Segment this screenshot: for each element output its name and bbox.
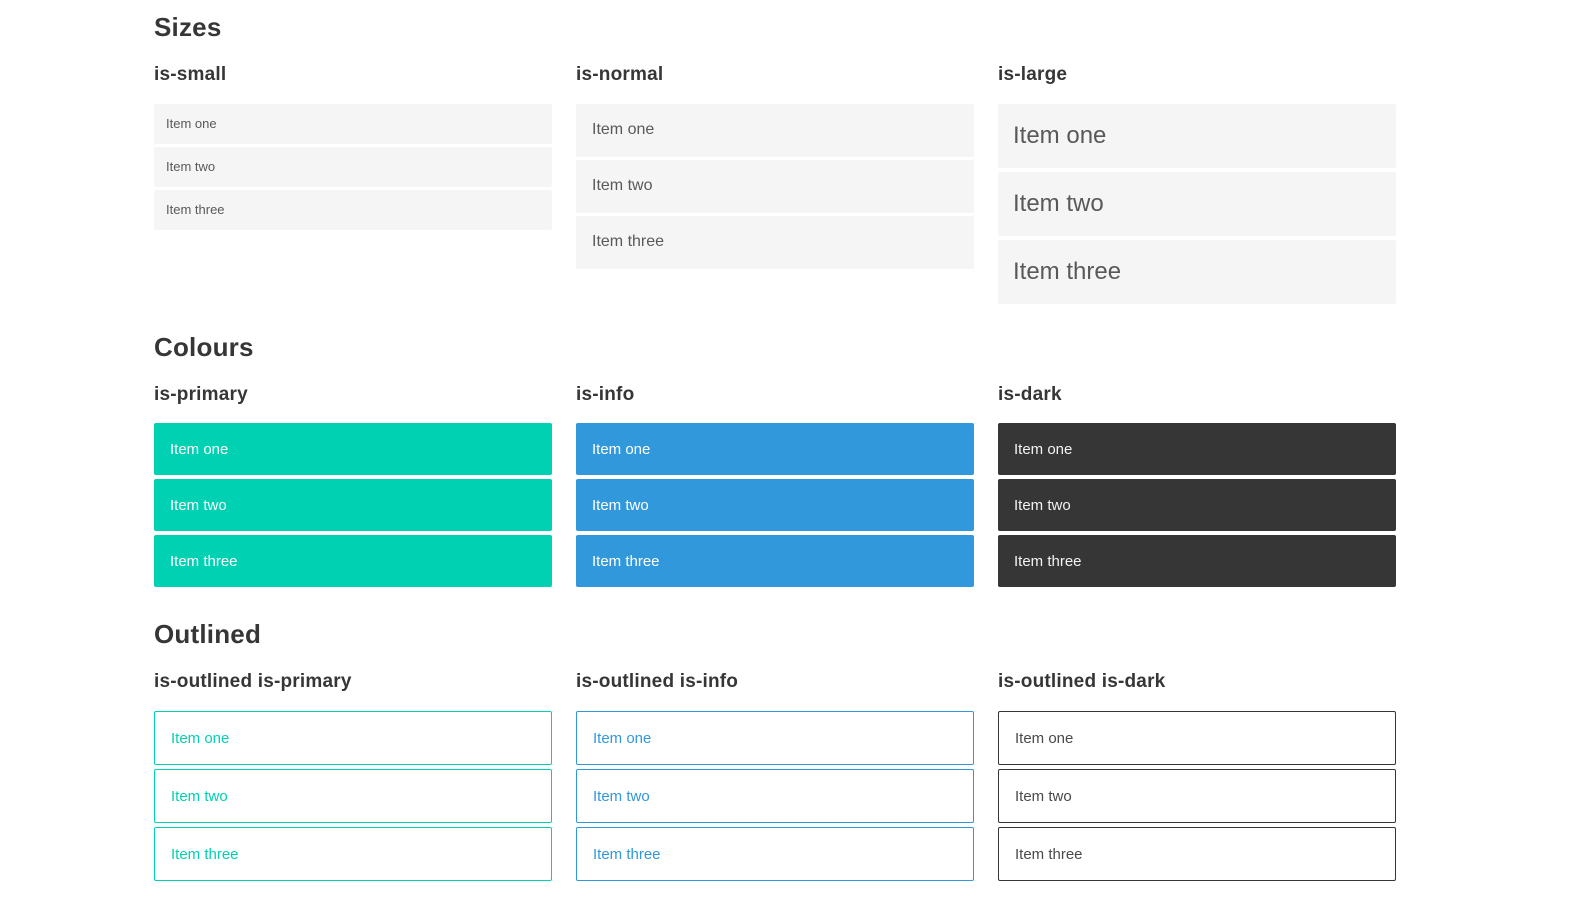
list-item[interactable]: Item two [154, 146, 552, 187]
column-info: is-info Item one Item two Item three [576, 363, 974, 588]
list-item[interactable]: Item one [576, 423, 974, 476]
column-header-info: is-info [576, 383, 635, 405]
list-large: Item one Item two Item three [998, 103, 1396, 304]
list-item[interactable]: Item one [154, 103, 552, 144]
section-colours: Colours is-primary Item one Item two Item th… [154, 304, 1396, 588]
list-item[interactable]: Item two [998, 479, 1396, 532]
columns-colours: is-primary Item one Item two Item three is-i… [154, 363, 1396, 588]
column-header-normal: is-normal [576, 63, 664, 85]
column-dark: is-dark Item one Item two Item three [998, 363, 1396, 588]
list-item[interactable]: Item one [998, 423, 1396, 476]
column-header-dark: is-dark [998, 383, 1062, 405]
list-item[interactable]: Item three [576, 535, 974, 588]
list-item[interactable]: Item three [576, 215, 974, 269]
column-header-primary: is-primary [154, 383, 248, 405]
column-primary: is-primary Item one Item two Item three [154, 363, 552, 588]
column-header-large: is-large [998, 63, 1068, 85]
list-item[interactable]: Item two [998, 171, 1396, 236]
columns-outlined: is-outlined is-primary Item one Item two It… [154, 650, 1396, 882]
list-small: Item one Item two Item three [154, 103, 552, 230]
list-primary: Item one Item two Item three [154, 423, 552, 588]
list-item[interactable]: Item three [998, 239, 1396, 304]
list-item[interactable]: Item one [154, 711, 552, 766]
column-header-outlined-dark: is-outlined is-dark [998, 671, 1166, 693]
list-info: Item one Item two Item three [576, 423, 974, 588]
section-sizes: Sizes is-small Item one Item two Item three i… [154, 0, 1396, 304]
column-large: is-large Item one Item two Item three [998, 43, 1396, 304]
section-outlined: Outlined is-outlined is-primary Item one It… [154, 587, 1396, 882]
column-header-small: is-small [154, 63, 227, 85]
list-item[interactable]: Item three [154, 535, 552, 588]
list-item[interactable]: Item one [154, 423, 552, 476]
list-item[interactable]: Item one [576, 103, 974, 157]
list-outlined-primary: Item one Item two Item three [154, 711, 552, 882]
list-item[interactable]: Item two [154, 769, 552, 824]
section-title-colours: Colours [154, 331, 254, 362]
list-item[interactable]: Item three [154, 189, 552, 230]
list-outlined-info: Item one Item two Item three [576, 711, 974, 882]
column-normal: is-normal Item one Item two Item three [576, 43, 974, 269]
list-dark: Item one Item two Item three [998, 423, 1396, 588]
list-item[interactable]: Item two [576, 769, 974, 824]
list-item[interactable]: Item one [576, 711, 974, 766]
columns-sizes: is-small Item one Item two Item three is-nor… [154, 43, 1396, 304]
column-outlined-primary: is-outlined is-primary Item one Item two It… [154, 650, 552, 882]
section-title-sizes: Sizes [154, 12, 222, 42]
section-title-outlined: Outlined [154, 619, 262, 650]
list-item[interactable]: Item three [998, 827, 1396, 882]
list-item[interactable]: Item three [576, 827, 974, 882]
column-header-outlined-primary: is-outlined is-primary [154, 671, 352, 693]
list-item[interactable]: Item one [998, 711, 1396, 766]
list-outlined-dark: Item one Item two Item three [998, 711, 1396, 882]
list-item[interactable]: Item two [998, 769, 1396, 824]
list-item[interactable]: Item one [998, 103, 1396, 168]
list-item[interactable]: Item three [154, 827, 552, 882]
column-header-outlined-info: is-outlined is-info [576, 671, 739, 693]
list-normal: Item one Item two Item three [576, 103, 974, 269]
list-item[interactable]: Item three [998, 535, 1396, 588]
column-outlined-info: is-outlined is-info Item one Item two Item … [576, 650, 974, 882]
list-item[interactable]: Item two [154, 479, 552, 532]
list-item[interactable]: Item two [576, 479, 974, 532]
column-outlined-dark: is-outlined is-dark Item one Item two Item … [998, 650, 1396, 882]
column-small: is-small Item one Item two Item three [154, 43, 552, 230]
page: Sizes is-small Item one Item two Item three i… [0, 0, 1396, 882]
list-item[interactable]: Item two [576, 159, 974, 213]
